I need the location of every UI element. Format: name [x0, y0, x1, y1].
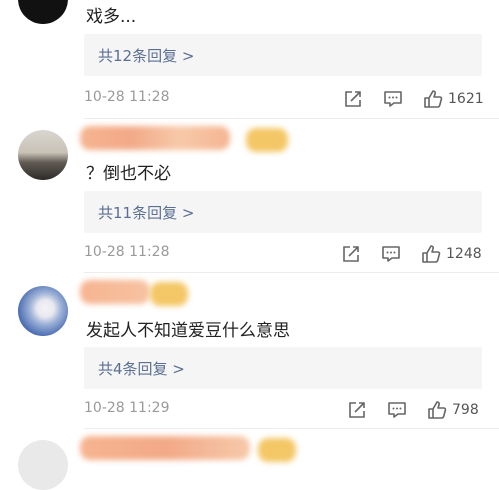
thumbs-up-icon	[422, 88, 444, 110]
avatar[interactable]	[18, 0, 68, 24]
username-blurred	[80, 280, 150, 304]
badge-blurred	[246, 128, 288, 152]
comment-icon	[382, 88, 404, 110]
timestamp: 10-28 11:29	[84, 400, 170, 416]
view-replies-button[interactable]: 共12条回复 >	[84, 34, 482, 76]
comment-text: ？倒也不必	[86, 164, 171, 184]
like-count: 798	[452, 402, 479, 418]
comment-button[interactable]	[380, 241, 402, 267]
badge-blurred	[150, 282, 188, 306]
like-button[interactable]: 1621	[422, 86, 484, 112]
comment-icon	[380, 243, 402, 265]
avatar[interactable]	[18, 130, 68, 180]
replies-label: 共12条回复 >	[98, 46, 195, 65]
comment-button[interactable]	[382, 86, 404, 112]
like-count: 1248	[446, 246, 482, 262]
like-button[interactable]: 1248	[420, 241, 482, 267]
thumbs-up-icon	[420, 243, 442, 265]
comment-icon	[386, 399, 408, 421]
comment-button[interactable]	[386, 397, 408, 423]
timestamp: 10-28 11:28	[84, 89, 170, 105]
replies-label: 共11条回复 >	[98, 203, 195, 222]
comment-text: 发起人不知道爱豆什么意思	[86, 321, 290, 341]
share-icon	[340, 243, 362, 265]
share-icon	[342, 88, 364, 110]
divider	[84, 272, 499, 273]
comment-meta: 10-28 11:28 1248	[84, 241, 484, 267]
share-button[interactable]	[346, 397, 368, 423]
comment-meta: 10-28 11:28 1621	[84, 86, 484, 112]
share-icon	[346, 399, 368, 421]
username-blurred	[80, 436, 250, 460]
view-replies-button[interactable]: 共4条回复 >	[84, 347, 482, 389]
divider	[84, 428, 499, 429]
badge-blurred	[258, 438, 296, 462]
avatar[interactable]	[18, 286, 68, 336]
divider	[84, 118, 499, 119]
view-replies-button[interactable]: 共11条回复 >	[84, 191, 482, 233]
thumbs-up-icon	[426, 399, 448, 421]
share-button[interactable]	[342, 86, 364, 112]
timestamp: 10-28 11:28	[84, 244, 170, 260]
avatar[interactable]	[18, 440, 68, 490]
comment-text: 戏多...	[86, 7, 137, 27]
username-blurred	[80, 126, 230, 150]
comment-meta: 10-28 11:29 798	[84, 397, 484, 423]
like-button[interactable]: 798	[426, 397, 479, 423]
share-button[interactable]	[340, 241, 362, 267]
replies-label: 共4条回复 >	[98, 359, 185, 378]
like-count: 1621	[448, 91, 484, 107]
